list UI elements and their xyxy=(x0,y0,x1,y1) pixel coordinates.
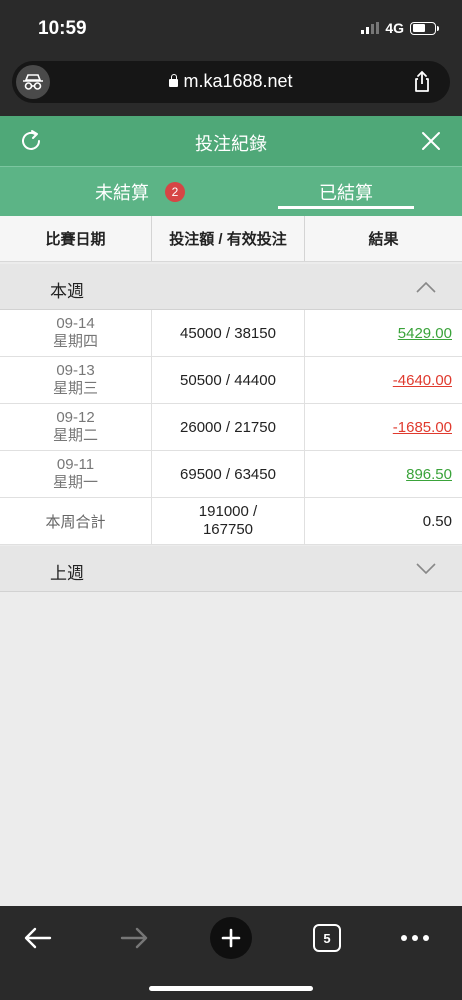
date-cell: 09-12 星期二 xyxy=(0,404,152,450)
tabs-icon: 5 xyxy=(313,924,341,952)
result-link[interactable]: -4640.00 xyxy=(393,372,452,389)
new-tab-button[interactable] xyxy=(209,916,253,960)
browser-url-area: m.ka1688.net xyxy=(0,56,462,116)
total-amount-cell: 191000 / 167750 xyxy=(152,498,305,544)
weekday-text: 星期三 xyxy=(52,380,98,397)
page-title: 投注紀錄 xyxy=(195,134,267,154)
table-row: 09-12 星期二 26000 / 21750 -1685.00 xyxy=(0,404,462,451)
date-cell: 09-11 星期一 xyxy=(0,451,152,497)
close-icon[interactable] xyxy=(418,128,444,154)
table-row: 09-14 星期四 45000 / 38150 5429.00 xyxy=(0,310,462,357)
url-text: m.ka1688.net xyxy=(183,71,293,91)
chevron-up-icon[interactable] xyxy=(416,280,436,293)
result-cell[interactable]: -1685.00 xyxy=(305,404,462,450)
lock-icon xyxy=(169,74,179,87)
result-cell[interactable]: -4640.00 xyxy=(305,357,462,403)
total-amount-line2: 167750 xyxy=(202,521,254,538)
active-tab-indicator xyxy=(278,206,414,209)
date-cell: 09-14 星期四 xyxy=(0,310,152,356)
total-label: 本周合計 xyxy=(0,498,152,544)
result-link[interactable]: 5429.00 xyxy=(398,325,452,342)
column-date: 比賽日期 xyxy=(0,216,152,261)
tab-settled-label: 已結算 xyxy=(319,183,373,203)
column-result: 結果 xyxy=(368,231,399,248)
result-link[interactable]: 896.50 xyxy=(406,466,452,483)
total-amount: 191000 / 167750 xyxy=(199,503,257,539)
tab-pending[interactable]: 未結算 2 xyxy=(60,167,220,217)
amount-cell: 69500 / 63450 xyxy=(152,451,305,497)
table-row: 09-11 星期一 69500 / 63450 896.50 xyxy=(0,451,462,498)
share-icon[interactable] xyxy=(410,70,434,94)
battery-icon xyxy=(410,21,439,35)
group-label: 上週 xyxy=(50,564,84,583)
plus-icon xyxy=(210,917,252,959)
date-text: 09-13 xyxy=(56,362,95,379)
date-cell: 09-13 星期三 xyxy=(0,357,152,403)
column-amount: 投注額 / 有效投注 xyxy=(152,216,305,261)
chevron-down-icon[interactable] xyxy=(416,562,436,575)
forward-arrow-icon[interactable] xyxy=(112,916,156,960)
result-cell[interactable]: 896.50 xyxy=(305,451,462,497)
status-tabs: 未結算 2 已結算 xyxy=(0,166,462,216)
weekday-text: 星期二 xyxy=(52,427,98,444)
date-text: 09-14 xyxy=(56,315,95,332)
bet-records-content: 比賽日期 投注額 / 有效投注 結果 本週 09-14 星期四 45000 / … xyxy=(0,216,462,906)
tabs-button[interactable]: 5 xyxy=(305,916,349,960)
network-label: 4G xyxy=(385,20,404,36)
total-amount-line1: 191000 / xyxy=(198,503,258,520)
weekday-text: 星期四 xyxy=(52,333,98,350)
status-bar: 10:59 4G xyxy=(0,0,462,56)
home-indicator xyxy=(149,986,313,991)
browser-toolbar: 5 xyxy=(0,906,462,1000)
weekday-text: 星期一 xyxy=(52,474,98,491)
pending-count-badge: 2 xyxy=(165,182,185,202)
table-header: 比賽日期 投注額 / 有效投注 結果 xyxy=(0,216,462,262)
back-arrow-icon[interactable] xyxy=(16,916,60,960)
amount-cell: 50500 / 44400 xyxy=(152,357,305,403)
date-text: 09-11 xyxy=(56,456,95,473)
tab-settled[interactable]: 已結算 xyxy=(278,167,414,217)
url-bar[interactable]: m.ka1688.net xyxy=(12,61,450,103)
status-indicators: 4G xyxy=(361,20,439,36)
total-row: 本周合計 191000 / 167750 0.50 xyxy=(0,498,462,545)
signal-icon xyxy=(361,22,380,34)
week-table: 09-14 星期四 45000 / 38150 5429.00 09-13 星期… xyxy=(0,310,462,545)
group-this-week[interactable]: 本週 xyxy=(0,264,462,310)
date-text: 09-12 xyxy=(56,409,95,426)
more-icon[interactable] xyxy=(393,916,437,960)
amount-cell: 26000 / 21750 xyxy=(152,404,305,450)
amount-cell: 45000 / 38150 xyxy=(152,310,305,356)
group-last-week[interactable]: 上週 xyxy=(0,546,462,592)
tab-pending-label: 未結算 xyxy=(95,183,149,203)
app-header: 投注紀錄 xyxy=(0,116,462,166)
result-link[interactable]: -1685.00 xyxy=(393,419,452,436)
table-row: 09-13 星期三 50500 / 44400 -4640.00 xyxy=(0,357,462,404)
status-time: 10:59 xyxy=(38,18,87,39)
result-cell[interactable]: 5429.00 xyxy=(305,310,462,356)
total-result: 0.50 xyxy=(422,512,452,530)
group-label: 本週 xyxy=(50,282,84,301)
url-display[interactable]: m.ka1688.net xyxy=(12,71,450,92)
